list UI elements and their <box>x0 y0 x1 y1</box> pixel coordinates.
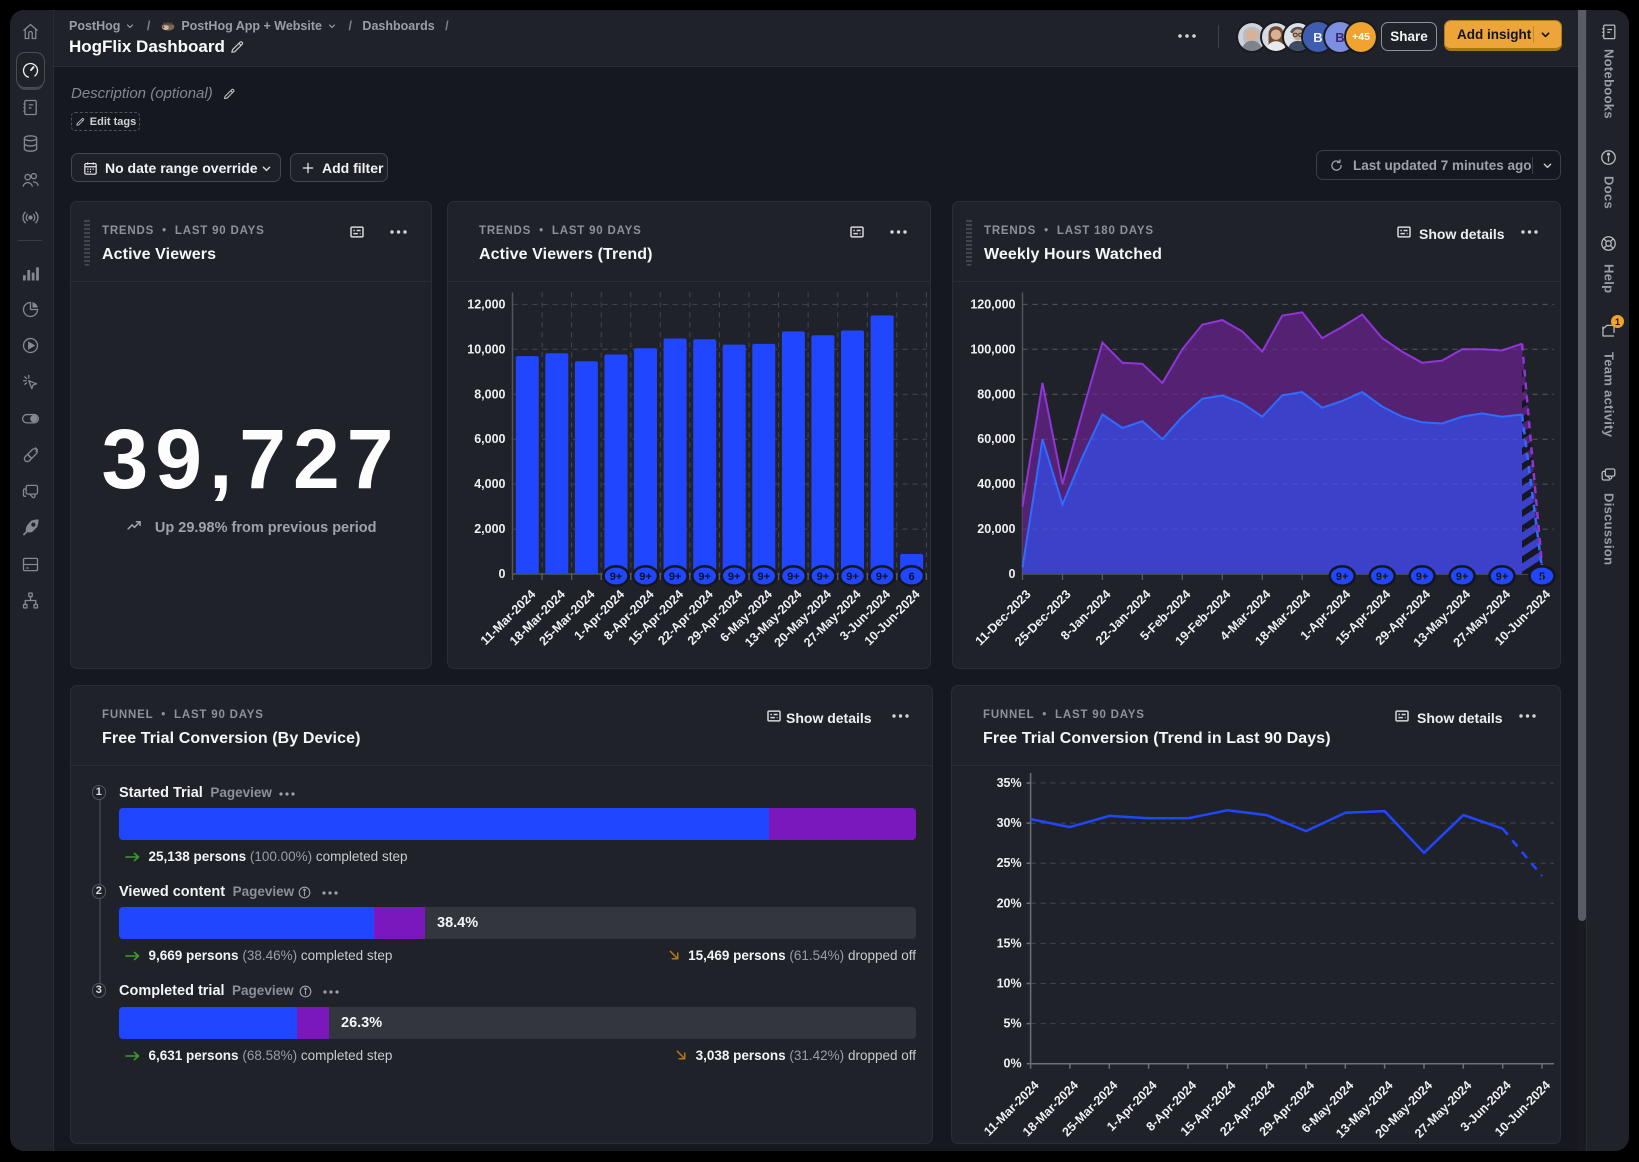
svg-text:9+: 9+ <box>846 571 859 583</box>
svg-text:9+: 9+ <box>876 571 889 583</box>
svg-text:9+: 9+ <box>728 571 741 583</box>
svg-text:4,000: 4,000 <box>474 477 505 491</box>
svg-text:60,000: 60,000 <box>977 432 1015 446</box>
svg-text:9+: 9+ <box>698 571 711 583</box>
svg-text:40,000: 40,000 <box>977 477 1015 491</box>
svg-text:12,000: 12,000 <box>467 297 505 311</box>
svg-text:9+: 9+ <box>639 571 652 583</box>
svg-text:8,000: 8,000 <box>474 387 505 401</box>
svg-text:120,000: 120,000 <box>970 297 1015 311</box>
svg-text:0: 0 <box>1009 567 1016 581</box>
svg-text:25%: 25% <box>997 856 1022 870</box>
svg-text:0%: 0% <box>1004 1057 1022 1071</box>
svg-text:35%: 35% <box>997 776 1022 790</box>
svg-text:20,000: 20,000 <box>977 522 1015 536</box>
svg-text:9+: 9+ <box>610 571 623 583</box>
svg-text:9+: 9+ <box>758 571 771 583</box>
svg-text:9+: 9+ <box>817 571 830 583</box>
svg-text:80,000: 80,000 <box>977 387 1015 401</box>
svg-text:20%: 20% <box>997 896 1022 910</box>
svg-text:6: 6 <box>909 571 915 583</box>
svg-text:6,000: 6,000 <box>474 432 505 446</box>
svg-text:10,000: 10,000 <box>467 342 505 356</box>
svg-text:30%: 30% <box>997 816 1022 830</box>
svg-text:10%: 10% <box>997 977 1022 991</box>
svg-text:15%: 15% <box>997 936 1022 950</box>
svg-text:2,000: 2,000 <box>474 522 505 536</box>
svg-text:9+: 9+ <box>787 571 800 583</box>
svg-text:100,000: 100,000 <box>970 342 1015 356</box>
svg-text:9+: 9+ <box>669 571 682 583</box>
svg-text:0: 0 <box>499 567 506 581</box>
svg-text:5%: 5% <box>1004 1017 1022 1031</box>
